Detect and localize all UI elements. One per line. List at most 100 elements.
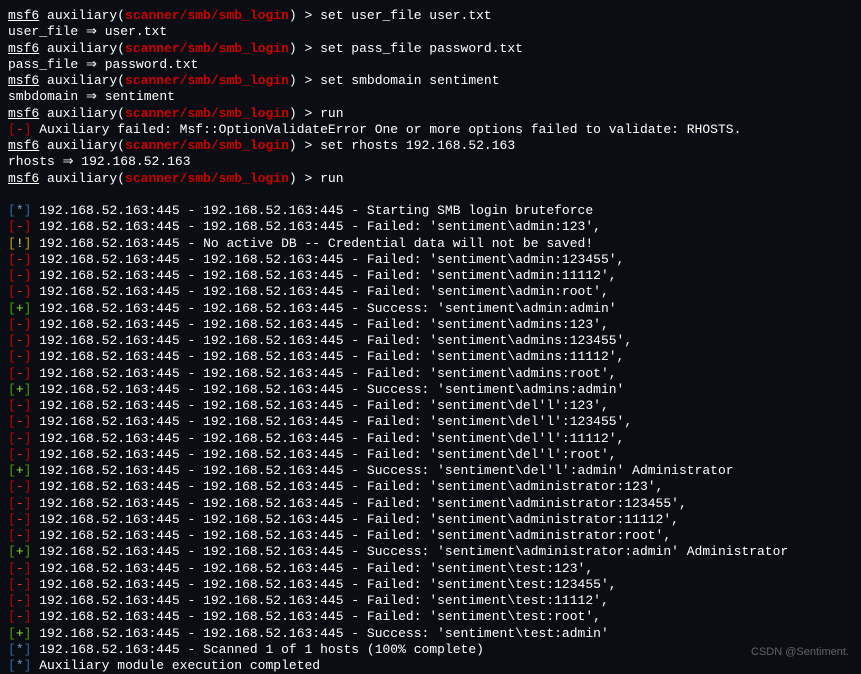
output-text: 192.168.52.163:445 - 192.168.52.163:445 … [39,398,609,413]
output-line: [+] 192.168.52.163:445 - 192.168.52.163:… [8,544,853,560]
msf-prompt: msf6 auxiliary(scanner/smb/smb_login) > [8,106,320,121]
minus-tag: [-] [8,284,39,299]
output-text: 192.168.52.163:445 - 192.168.52.163:445 … [39,301,616,316]
output-line: [-] 192.168.52.163:445 - 192.168.52.163:… [8,447,853,463]
minus-tag: [-] [8,561,39,576]
command-text: run [320,171,343,186]
minus-tag: [-] [8,219,39,234]
minus-tag: [-] [8,122,39,137]
output-line: [!] 192.168.52.163:445 - No active DB --… [8,236,853,252]
command-text: set smbdomain sentiment [320,73,499,88]
minus-tag: [-] [8,447,39,462]
command-text: set rhosts 192.168.52.163 [320,138,515,153]
output-line: [-] 192.168.52.163:445 - 192.168.52.163:… [8,496,853,512]
error-line: [-] Auxiliary failed: Msf::OptionValidat… [8,122,853,138]
minus-tag: [-] [8,496,39,511]
output-text: 192.168.52.163:445 - 192.168.52.163:445 … [39,496,687,511]
command-line: msf6 auxiliary(scanner/smb/smb_login) > … [8,138,853,154]
output-text: 192.168.52.163:445 - 192.168.52.163:445 … [39,284,609,299]
minus-tag: [-] [8,431,39,446]
bang-tag: [!] [8,236,39,251]
output-line: [+] 192.168.52.163:445 - 192.168.52.163:… [8,626,853,642]
minus-tag: [-] [8,398,39,413]
output-text: 192.168.52.163:445 - Scanned 1 of 1 host… [39,642,484,657]
output-line: [-] 192.168.52.163:445 - 192.168.52.163:… [8,284,853,300]
output-text: 192.168.52.163:445 - 192.168.52.163:445 … [39,544,788,559]
output-text: 192.168.52.163:445 - 192.168.52.163:445 … [39,366,616,381]
command-line: msf6 auxiliary(scanner/smb/smb_login) > … [8,8,853,24]
plus-tag: [+] [8,544,39,559]
minus-tag: [-] [8,528,39,543]
minus-tag: [-] [8,512,39,527]
output-line: [-] 192.168.52.163:445 - 192.168.52.163:… [8,333,853,349]
minus-tag: [-] [8,479,39,494]
minus-tag: [-] [8,252,39,267]
command-text: set user_file user.txt [320,8,492,23]
echo-line: smbdomain ⇒ sentiment [8,89,853,105]
output-line: [-] 192.168.52.163:445 - 192.168.52.163:… [8,577,853,593]
minus-tag: [-] [8,366,39,381]
minus-tag: [-] [8,333,39,348]
star-tag: [*] [8,203,39,218]
output-line: [*] Auxiliary module execution completed [8,658,853,674]
output-text: 192.168.52.163:445 - 192.168.52.163:445 … [39,463,733,478]
output-line: [+] 192.168.52.163:445 - 192.168.52.163:… [8,301,853,317]
output-line: [-] 192.168.52.163:445 - 192.168.52.163:… [8,431,853,447]
output-line: [*] 192.168.52.163:445 - Scanned 1 of 1 … [8,642,853,658]
plus-tag: [+] [8,382,39,397]
output-line: [-] 192.168.52.163:445 - 192.168.52.163:… [8,398,853,414]
output-line: [-] 192.168.52.163:445 - 192.168.52.163:… [8,561,853,577]
output-text: 192.168.52.163:445 - 192.168.52.163:445 … [39,479,663,494]
output-line: [-] 192.168.52.163:445 - 192.168.52.163:… [8,609,853,625]
msf-prompt: msf6 auxiliary(scanner/smb/smb_login) > [8,8,320,23]
minus-tag: [-] [8,609,39,624]
echo-line: pass_file ⇒ password.txt [8,57,853,73]
minus-tag: [-] [8,577,39,592]
plus-tag: [+] [8,626,39,641]
output-text: 192.168.52.163:445 - 192.168.52.163:445 … [39,349,624,364]
output-text: 192.168.52.163:445 - 192.168.52.163:445 … [39,219,601,234]
output-text: 192.168.52.163:445 - 192.168.52.163:445 … [39,626,609,641]
minus-tag: [-] [8,414,39,429]
minus-tag: [-] [8,593,39,608]
output-line: [-] 192.168.52.163:445 - 192.168.52.163:… [8,479,853,495]
output-text: 192.168.52.163:445 - 192.168.52.163:445 … [39,528,671,543]
output-line: [+] 192.168.52.163:445 - 192.168.52.163:… [8,382,853,398]
output-line: [*] 192.168.52.163:445 - 192.168.52.163:… [8,203,853,219]
watermark-text: CSDN @Sentiment. [751,646,849,660]
output-text: 192.168.52.163:445 - 192.168.52.163:445 … [39,317,609,332]
output-line: [-] 192.168.52.163:445 - 192.168.52.163:… [8,317,853,333]
output-text: 192.168.52.163:445 - 192.168.52.163:445 … [39,333,632,348]
echo-line: rhosts ⇒ 192.168.52.163 [8,154,853,170]
plus-tag: [+] [8,301,39,316]
minus-tag: [-] [8,317,39,332]
output-text: 192.168.52.163:445 - 192.168.52.163:445 … [39,447,616,462]
msf-prompt: msf6 auxiliary(scanner/smb/smb_login) > [8,73,320,88]
minus-tag: [-] [8,268,39,283]
star-tag: [*] [8,642,39,657]
output-text: 192.168.52.163:445 - No active DB -- Cre… [39,236,593,251]
minus-tag: [-] [8,349,39,364]
msf-prompt: msf6 auxiliary(scanner/smb/smb_login) > [8,138,320,153]
output-line: [-] 192.168.52.163:445 - 192.168.52.163:… [8,349,853,365]
output-text: 192.168.52.163:445 - 192.168.52.163:445 … [39,382,624,397]
output-line: [-] 192.168.52.163:445 - 192.168.52.163:… [8,366,853,382]
output-text: 192.168.52.163:445 - 192.168.52.163:445 … [39,414,632,429]
output-text: 192.168.52.163:445 - 192.168.52.163:445 … [39,593,609,608]
output-line: [-] 192.168.52.163:445 - 192.168.52.163:… [8,528,853,544]
output-line: [-] 192.168.52.163:445 - 192.168.52.163:… [8,219,853,235]
output-line: [-] 192.168.52.163:445 - 192.168.52.163:… [8,252,853,268]
command-line: msf6 auxiliary(scanner/smb/smb_login) > … [8,106,853,122]
output-text: 192.168.52.163:445 - 192.168.52.163:445 … [39,577,616,592]
output-text: 192.168.52.163:445 - 192.168.52.163:445 … [39,203,593,218]
output-text: 192.168.52.163:445 - 192.168.52.163:445 … [39,431,624,446]
terminal-output[interactable]: msf6 auxiliary(scanner/smb/smb_login) > … [8,8,853,674]
command-text: set pass_file password.txt [320,41,523,56]
output-text: 192.168.52.163:445 - 192.168.52.163:445 … [39,609,601,624]
echo-line: user_file ⇒ user.txt [8,24,853,40]
output-line: [-] 192.168.52.163:445 - 192.168.52.163:… [8,593,853,609]
command-text: run [320,106,343,121]
command-line: msf6 auxiliary(scanner/smb/smb_login) > … [8,73,853,89]
output-text: 192.168.52.163:445 - 192.168.52.163:445 … [39,561,593,576]
command-line: msf6 auxiliary(scanner/smb/smb_login) > … [8,171,853,187]
